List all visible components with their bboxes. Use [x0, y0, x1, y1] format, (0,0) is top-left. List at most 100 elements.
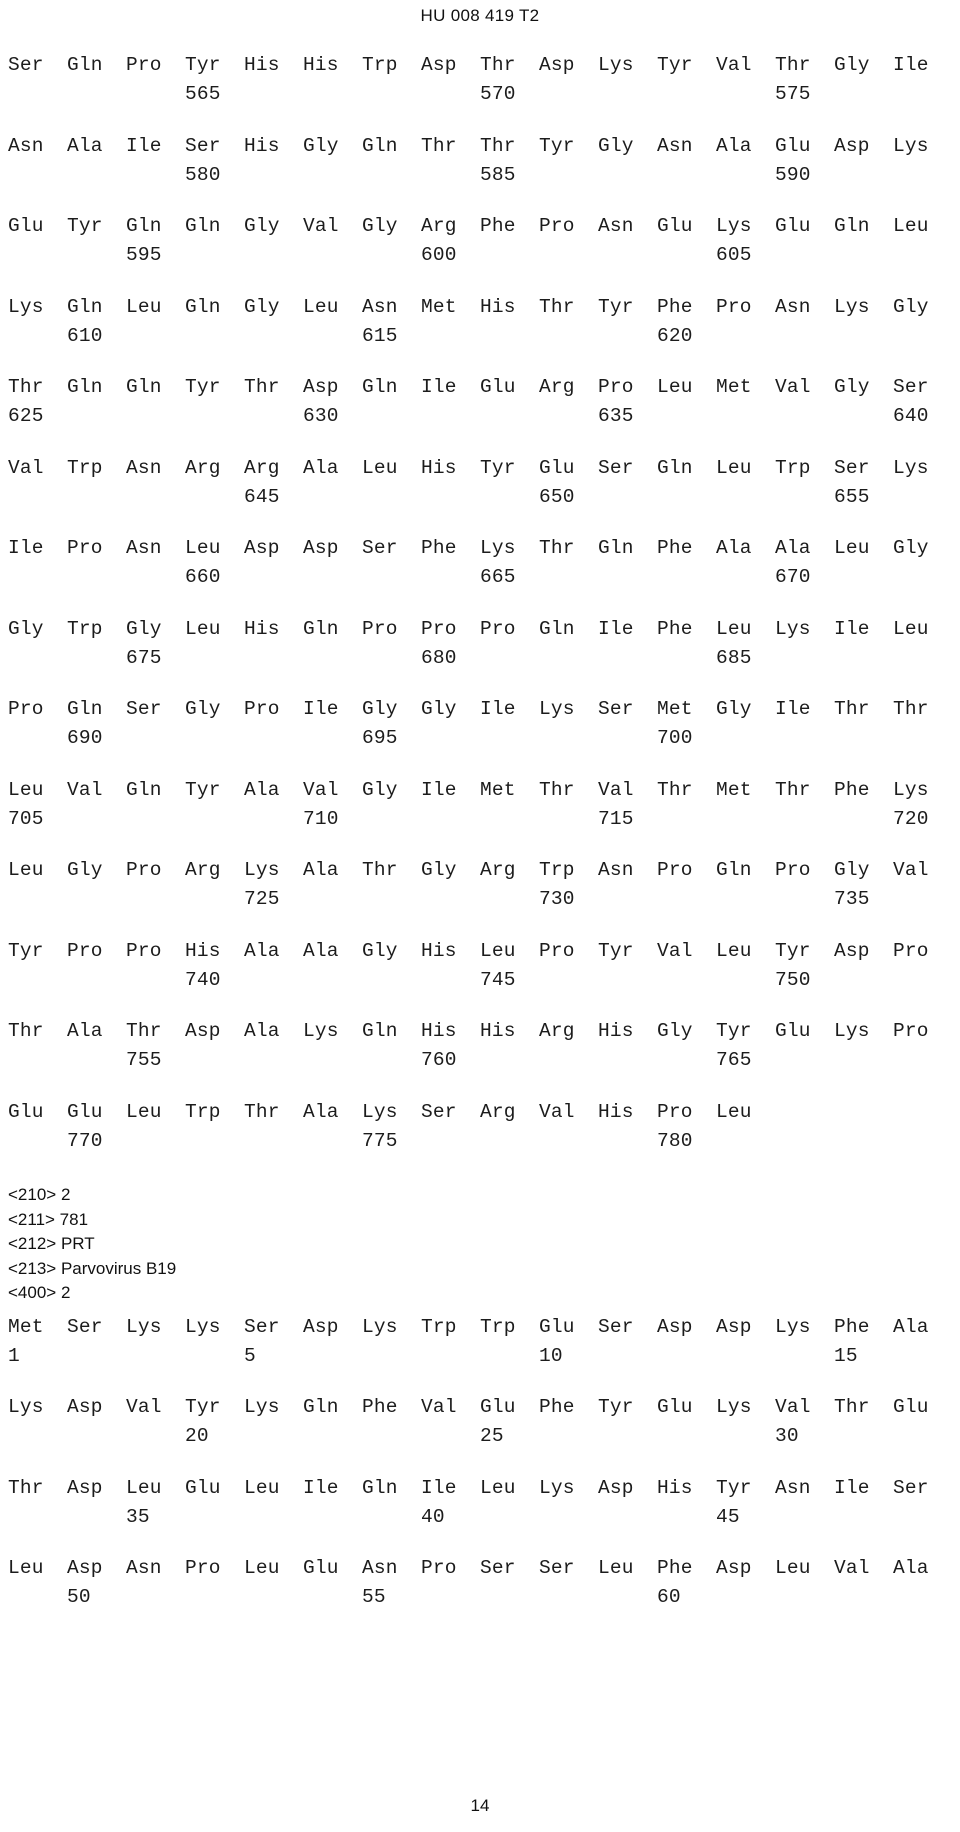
position-number-blank [244, 1132, 303, 1158]
residue: Ser [185, 134, 221, 157]
position-number-blank [126, 327, 185, 353]
position-number: 705 [8, 807, 44, 830]
residue: Pro [67, 537, 103, 559]
residue: Asn [657, 134, 693, 157]
position-number-blank [716, 1347, 775, 1373]
position-number-blank [539, 649, 598, 675]
residue: Ser [893, 1476, 929, 1499]
residue: Ala [67, 134, 103, 157]
residue: Glu [775, 1020, 811, 1042]
residue: Thr [244, 376, 280, 398]
residue: Ile [775, 698, 811, 720]
residue: Thr [539, 778, 575, 801]
position-number: 700 [657, 727, 693, 749]
position-number-blank [67, 407, 126, 433]
residue: Gln [67, 376, 103, 398]
position-number-blank [362, 1051, 421, 1077]
position-number-blank [8, 649, 67, 675]
residue: Leu [834, 537, 870, 559]
residue: Phe [657, 617, 693, 640]
position-number-blank [185, 1051, 244, 1077]
position-number-blank [362, 407, 421, 433]
position-number-blank [185, 890, 244, 916]
residue: Leu [716, 456, 752, 479]
position-number-blank [244, 327, 303, 353]
residue: Ala [244, 1020, 280, 1042]
position-number-blank [126, 729, 185, 755]
position-number-blank [244, 85, 303, 111]
position-number-blank [598, 1508, 657, 1534]
residue: Leu [185, 537, 221, 559]
position-number-row: 50 55 60 [8, 1586, 952, 1614]
residue: Asn [126, 537, 162, 559]
position-number-blank [657, 1508, 716, 1534]
sequence-listing-1: Ser Gln Pro Tyr His His Trp Asp Thr Asp Lys Tyr Val T… [8, 55, 952, 1158]
position-number-blank [539, 407, 598, 433]
position-number-blank [893, 1051, 952, 1077]
residue: Ile [303, 698, 339, 720]
position-number-blank [185, 649, 244, 675]
position-number-blank [185, 810, 244, 836]
position-number-blank [539, 568, 598, 594]
position-number-blank [657, 407, 716, 433]
position-number: 775 [362, 1129, 398, 1152]
position-number: 665 [480, 566, 516, 588]
position-number-blank [126, 1347, 185, 1373]
position-number-blank [8, 1051, 67, 1077]
position-number-blank [362, 166, 421, 192]
position-number-blank [716, 85, 775, 111]
residue: Leu [362, 456, 398, 479]
residue: Val [421, 1396, 457, 1418]
residue: Gln [185, 215, 221, 237]
residue: Val [67, 778, 103, 801]
position-number: 590 [775, 163, 811, 186]
residue: Thr [539, 295, 575, 318]
position-number-row: 725 730 735 [8, 889, 952, 916]
residue: Arg [539, 1020, 575, 1042]
residue: Pro [893, 1020, 929, 1042]
position-number-blank [834, 1588, 893, 1614]
position-number-blank [8, 971, 67, 997]
residue: Leu [657, 376, 693, 398]
position-number-blank [8, 1588, 67, 1614]
residue: Thr [8, 376, 44, 398]
position-number-blank [8, 488, 67, 514]
residue: Leu [126, 1476, 162, 1499]
residue: Tyr [185, 1396, 221, 1418]
metadata-line: <213> Parvovirus B19 [8, 1258, 177, 1278]
residue: Phe [657, 537, 693, 559]
position-number-blank [657, 568, 716, 594]
position-number-blank [657, 166, 716, 192]
residue: Gly [303, 134, 339, 157]
position-number-blank [362, 1508, 421, 1534]
position-number-blank [421, 568, 480, 594]
position-number-blank [834, 166, 893, 192]
residue-row: Met Ser Lys Lys Ser Asp Lys Trp Trp Glu Ser Asp Asp L… [8, 1315, 952, 1344]
position-number-blank [598, 568, 657, 594]
position-number-blank [126, 1427, 185, 1453]
residue: His [421, 456, 457, 479]
position-number-blank [185, 327, 244, 353]
position-number-blank [539, 166, 598, 192]
position-number: 60 [657, 1586, 681, 1608]
residue: Gly [421, 698, 457, 720]
residue: Asp [303, 1315, 339, 1338]
position-number-blank [8, 729, 67, 755]
position-number: 675 [126, 646, 162, 669]
residue: Ser [362, 537, 398, 559]
position-number: 670 [775, 566, 811, 588]
position-number-blank [126, 971, 185, 997]
position-number-blank [244, 166, 303, 192]
residue: Thr [421, 134, 457, 157]
residue: Ser [421, 1100, 457, 1123]
position-number-row: 755 760 765 [8, 1050, 952, 1077]
residue: Gln [716, 859, 752, 881]
position-number-blank [185, 1508, 244, 1534]
position-number-blank [539, 1508, 598, 1534]
position-number-blank [539, 246, 598, 272]
position-number: 585 [480, 163, 516, 186]
residue: His [421, 939, 457, 962]
residue: Ile [598, 617, 634, 640]
position-number-blank [303, 1508, 362, 1534]
position-number-blank [244, 407, 303, 433]
